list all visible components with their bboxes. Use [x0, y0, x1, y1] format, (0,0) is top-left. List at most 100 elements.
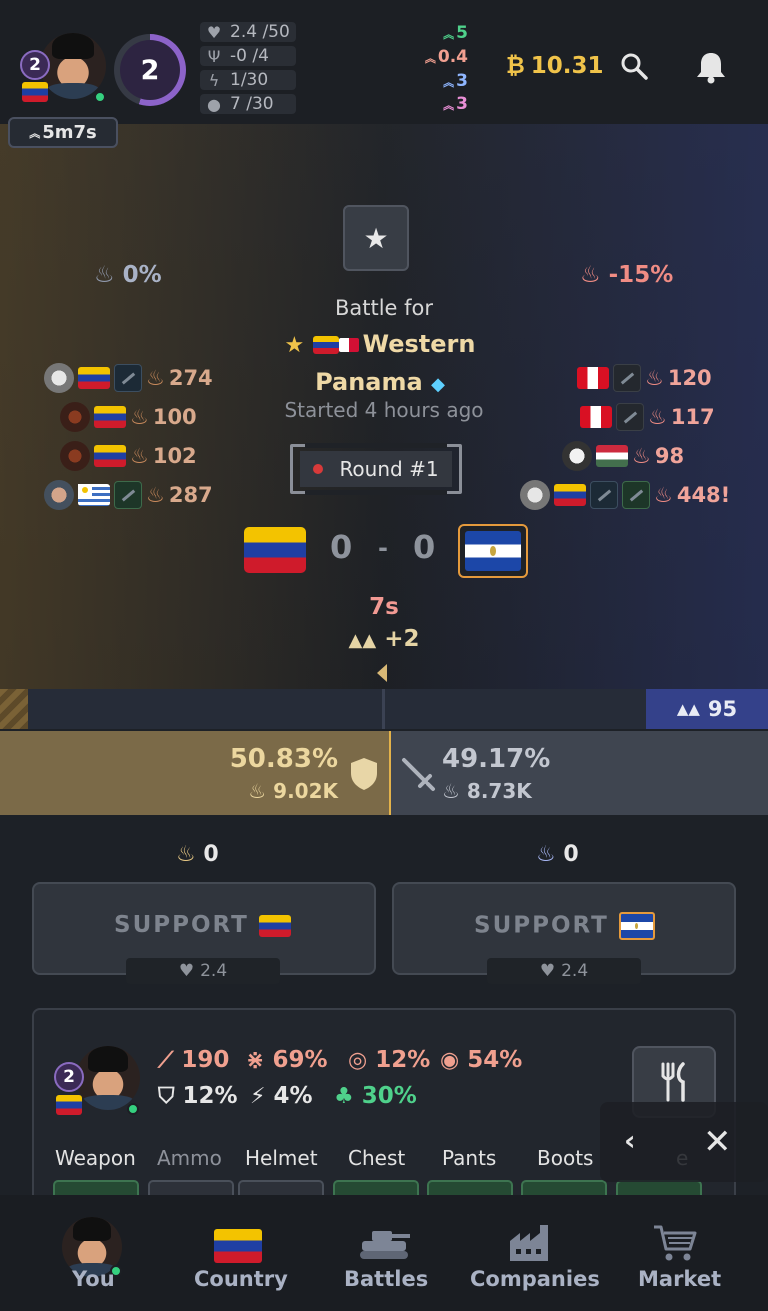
nav-market[interactable]: Market [630, 1195, 721, 1311]
ideas-stat[interactable]: ● 7 /30 [204, 93, 274, 115]
hunger-value: -0 /4 [230, 46, 269, 66]
heart-icon: ♥ [178, 961, 195, 981]
sword-icon [402, 758, 435, 791]
player-avatar [44, 480, 74, 510]
double-chevron-icon: ︽ [29, 126, 41, 140]
double-chevron-icon: ︽ [424, 52, 436, 65]
boost-green[interactable]: ︽ 5 [420, 23, 468, 43]
boost-blue[interactable]: ︽ 3 [420, 71, 468, 91]
player-level-badge: 2 [20, 50, 50, 80]
heart-icon: ♥ [539, 961, 556, 981]
player-damage: 98 [654, 444, 685, 468]
attacker-player-row[interactable]: ♨ 117 [580, 401, 715, 433]
level-progress-ring[interactable]: 2 [114, 34, 186, 106]
attack-stat[interactable]: ⟋ 190 [158, 1047, 229, 1073]
attacker-bonus: ♨ -15% [580, 262, 674, 288]
attacker-damage-total: ♨ 8.73K [442, 779, 532, 803]
shield-icon: ⛉ [158, 1083, 175, 1109]
defender-player-row[interactable]: ♨ 100 [60, 401, 197, 433]
tab-weapon[interactable]: Weapon [55, 1146, 136, 1170]
crit-chance-stat[interactable]: ◎ 12% [348, 1047, 430, 1073]
favorite-battle-button[interactable]: ★ [343, 205, 409, 271]
bell-icon[interactable] [695, 50, 727, 84]
defender-player-row[interactable]: ♨ 102 [60, 440, 197, 472]
defender-support-damage: ♨ 0 [176, 842, 219, 867]
fighter-flag [56, 1095, 82, 1115]
fire-icon: ♨ [146, 483, 165, 507]
bulb-icon: ● [207, 94, 221, 114]
flag-venezuela [554, 484, 586, 506]
running-icon: ⚡ [250, 1083, 266, 1109]
fire-icon: ♨ [536, 842, 556, 867]
terrain-bonus: ▲▲ +2 [348, 626, 420, 652]
sword-icon: ⟋ [158, 1047, 174, 1073]
search-icon[interactable] [620, 52, 648, 80]
flag-uruguay [78, 484, 110, 506]
attacker-player-row[interactable]: ♨ 448! [520, 479, 730, 511]
fighter-avatar[interactable] [76, 1046, 140, 1110]
energy-stat[interactable]: ϟ 1/30 [204, 69, 268, 91]
defender-percent: 50.83% [229, 744, 338, 774]
timer-pill[interactable]: ︽ 5m7s [8, 117, 118, 148]
level-number: 2 [120, 40, 180, 100]
money-value: 10.31 [530, 53, 604, 79]
nav-battles[interactable]: Battles [334, 1195, 434, 1311]
cart-icon [654, 1225, 697, 1261]
tab-pants[interactable]: Pants [442, 1146, 496, 1170]
close-icon[interactable]: ✕ [703, 1122, 739, 1162]
nav-companies[interactable]: Companies [464, 1195, 600, 1311]
crit-damage-stat[interactable]: ◉ 54% [440, 1047, 522, 1073]
boost-pink[interactable]: ︽ 3 [420, 94, 468, 114]
fire-icon: ♨ [654, 483, 673, 507]
clover-icon: ♣ [334, 1083, 354, 1109]
defender-player-row[interactable]: ♨ 287 [44, 479, 213, 511]
weapon-icon [114, 364, 142, 392]
tab-helmet[interactable]: Helmet [245, 1146, 318, 1170]
player-damage: 287 [168, 483, 213, 507]
food-icon: Ψ [207, 46, 221, 66]
fire-icon: ♨ [176, 842, 196, 867]
defender-flag[interactable] [244, 527, 306, 573]
bitcoin-icon: ₿ [506, 53, 525, 79]
defender-player-row[interactable]: ♨ 274 [44, 362, 213, 394]
round-indicator: Round #1 [290, 443, 462, 495]
weapon-icon [590, 481, 618, 509]
dodge-stat[interactable]: ⚡ 4% [250, 1083, 313, 1109]
nav-you[interactable]: You [50, 1195, 134, 1311]
support-defender-cost: ♥ 2.4 [126, 958, 280, 984]
boost-red[interactable]: ︽ 0.4 [410, 47, 468, 67]
attacker-score: 0 [413, 528, 436, 566]
support-attacker-cost: ♥ 2.4 [487, 958, 641, 984]
online-indicator [127, 1103, 139, 1115]
battle-region[interactable]: ★ Western Panama ◆ [230, 326, 530, 403]
armor-stat[interactable]: ⛉ 12% [158, 1083, 238, 1109]
battle-title: Battle for [334, 296, 434, 320]
hunger-stat[interactable]: Ψ -0 /4 [204, 45, 269, 67]
fire-icon: ♨ [94, 262, 115, 288]
tab-chest[interactable]: Chest [348, 1146, 405, 1170]
attacker-percent: 49.17% [442, 744, 551, 774]
attacker-player-row[interactable]: ♨ 120 [577, 362, 712, 394]
diamond-icon: ◆ [431, 374, 445, 395]
player-damage: 120 [667, 366, 712, 390]
heart-icon: ♥ [206, 22, 222, 42]
attacker-flag-frame[interactable] [458, 524, 528, 578]
nav-battles-label: Battles [344, 1267, 429, 1291]
player-damage: 448! [676, 483, 731, 507]
progress-marker [377, 664, 387, 682]
ammo-icon [622, 481, 650, 509]
tab-ammo[interactable]: Ammo [157, 1146, 222, 1170]
nav-country[interactable]: Country [184, 1195, 294, 1311]
tab-boots[interactable]: Boots [537, 1146, 593, 1170]
flag-venezuela [94, 406, 126, 428]
defender-score: 0 [330, 528, 353, 566]
fire-icon: ♨ [645, 366, 664, 390]
precision-stat[interactable]: ⋇ 69% [246, 1047, 328, 1073]
money-balance[interactable]: ₿ 10.31 [506, 52, 604, 79]
chevron-left-icon[interactable]: ‹ [624, 1124, 648, 1160]
luck-stat[interactable]: ♣ 30% [334, 1083, 417, 1109]
health-stat[interactable]: ♥ 2.4 /50 [204, 21, 290, 43]
attacker-player-row[interactable]: ♨ 98 [562, 440, 684, 472]
fire-icon: ♨ [248, 779, 267, 803]
player-damage: 102 [152, 444, 197, 468]
